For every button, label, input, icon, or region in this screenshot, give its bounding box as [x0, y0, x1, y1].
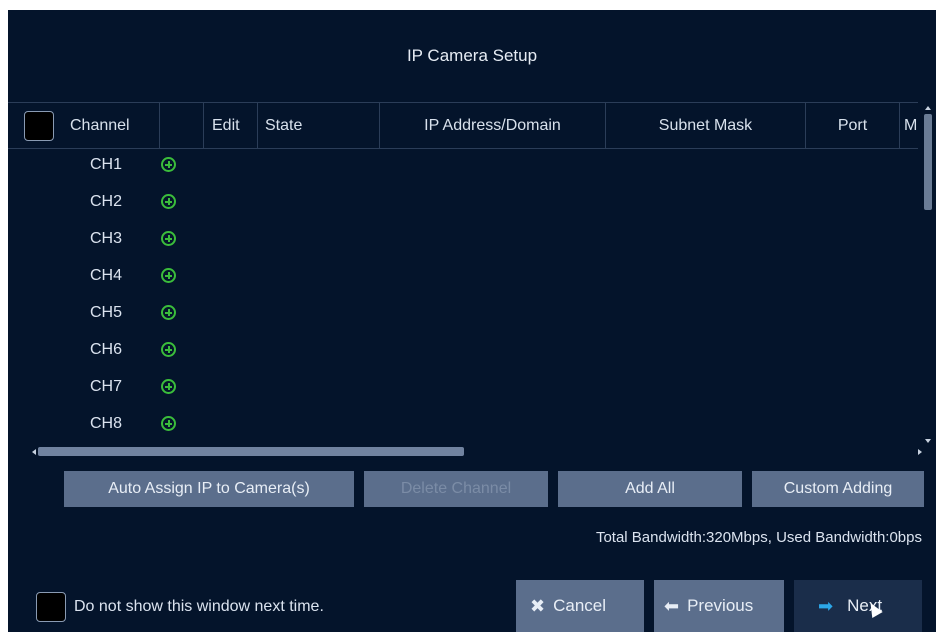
- column-edit[interactable]: Edit: [204, 103, 258, 148]
- channel-label: CH1: [90, 156, 123, 173]
- vertical-scrollbar[interactable]: [921, 102, 936, 447]
- auto-assign-ip-button[interactable]: Auto Assign IP to Camera(s): [64, 471, 354, 507]
- plus-circle-icon[interactable]: [161, 157, 176, 172]
- channel-label: CH8: [90, 415, 123, 432]
- channel-label: CH7: [90, 378, 123, 395]
- cancel-label: Cancel: [553, 596, 607, 615]
- scroll-down-arrow-icon[interactable]: [925, 439, 931, 443]
- scroll-left-arrow-icon[interactable]: [32, 449, 36, 455]
- channel-label: CH6: [90, 341, 123, 358]
- table-row[interactable]: CH1: [8, 148, 918, 185]
- table-body: CH1 CH2 CH3 CH4 CH5 CH6 CH7 CH8: [8, 148, 918, 440]
- horizontal-scroll-thumb[interactable]: [38, 447, 464, 456]
- camera-table: Channel Edit State IP Address/Domain Sub…: [8, 102, 936, 447]
- previous-label: Previous: [687, 596, 754, 615]
- column-ip-address[interactable]: IP Address/Domain: [380, 103, 606, 148]
- vertical-scroll-thumb[interactable]: [924, 114, 932, 210]
- scroll-right-arrow-icon[interactable]: [918, 449, 922, 455]
- channel-label: CH4: [90, 267, 123, 284]
- select-all-checkbox[interactable]: [24, 111, 54, 141]
- add-all-button[interactable]: Add All: [558, 471, 742, 507]
- plus-circle-icon[interactable]: [161, 305, 176, 320]
- table-row[interactable]: CH6: [8, 333, 918, 370]
- column-add: [160, 103, 204, 148]
- cancel-button[interactable]: ✖ Cancel: [516, 580, 644, 632]
- ip-camera-setup-window: IP Camera Setup Channel Edit State IP Ad…: [8, 10, 936, 632]
- plus-circle-icon[interactable]: [161, 194, 176, 209]
- column-port[interactable]: Port: [806, 103, 900, 148]
- channel-label: CH5: [90, 304, 123, 321]
- plus-circle-icon[interactable]: [161, 342, 176, 357]
- column-subnet-mask[interactable]: Subnet Mask: [606, 103, 806, 148]
- dont-show-again-checkbox[interactable]: [36, 592, 66, 622]
- column-state[interactable]: State: [258, 103, 380, 148]
- table-row[interactable]: CH7: [8, 370, 918, 407]
- column-partial[interactable]: M: [900, 103, 918, 148]
- table-row[interactable]: CH5: [8, 296, 918, 333]
- channel-label: CH3: [90, 230, 123, 247]
- plus-circle-icon[interactable]: [161, 416, 176, 431]
- plus-circle-icon[interactable]: [161, 231, 176, 246]
- table-row[interactable]: CH4: [8, 259, 918, 296]
- horizontal-scrollbar[interactable]: [32, 447, 922, 458]
- previous-button[interactable]: ⬅ Previous: [654, 580, 784, 632]
- bandwidth-status: Total Bandwidth:320Mbps, Used Bandwidth:…: [595, 529, 922, 546]
- custom-adding-button[interactable]: Custom Adding: [752, 471, 924, 507]
- table-row[interactable]: CH3: [8, 222, 918, 259]
- table-header: Channel Edit State IP Address/Domain Sub…: [8, 102, 918, 149]
- table-row[interactable]: CH8: [8, 407, 918, 440]
- table-row[interactable]: CH2: [8, 185, 918, 222]
- next-button[interactable]: ➡ Next: [794, 580, 922, 632]
- delete-channel-button[interactable]: Delete Channel: [364, 471, 548, 507]
- window-title: IP Camera Setup: [406, 46, 538, 65]
- column-channel[interactable]: Channel: [64, 103, 160, 148]
- dont-show-again-label: Do not show this window next time.: [74, 598, 324, 615]
- channel-label: CH2: [90, 193, 123, 210]
- plus-circle-icon[interactable]: [161, 379, 176, 394]
- plus-circle-icon[interactable]: [161, 268, 176, 283]
- close-x-icon: ✖: [530, 596, 546, 616]
- arrow-right-icon: ➡: [818, 596, 834, 616]
- arrow-left-icon: ⬅: [664, 596, 680, 616]
- scroll-up-arrow-icon[interactable]: [925, 106, 931, 110]
